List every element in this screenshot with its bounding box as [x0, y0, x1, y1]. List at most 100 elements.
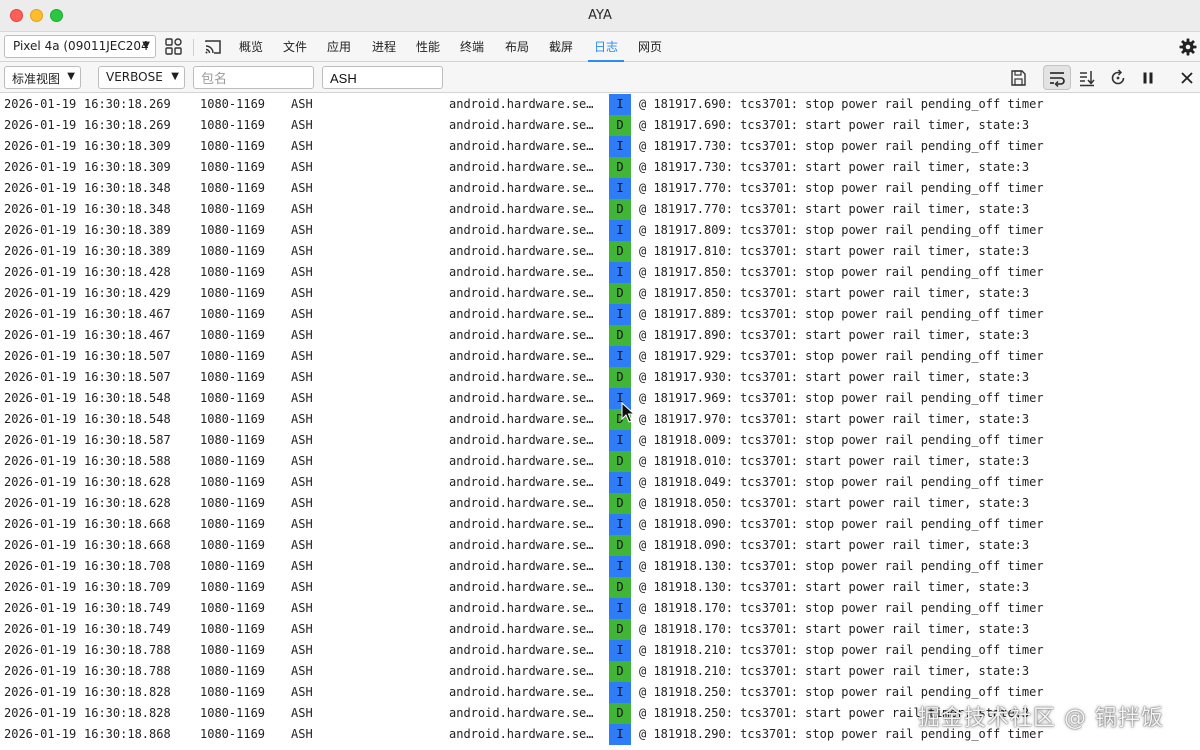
log-row[interactable]: 2026-01-19 16:30:18.788 1080-1169 ASH androi… — [0, 640, 1200, 661]
log-row[interactable]: 2026-01-19 16:30:18.269 1080-1169 ASH androi… — [0, 115, 1200, 136]
log-pid-tid: 1080-1169 — [200, 706, 266, 720]
log-row[interactable]: 2026-01-19 16:30:18.548 1080-1169 ASH androi… — [0, 409, 1200, 430]
log-row[interactable]: 2026-01-19 16:30:18.389 1080-1169 ASH androi… — [0, 241, 1200, 262]
tab-apps[interactable]: 应用 — [327, 38, 351, 55]
log-row[interactable]: 2026-01-19 16:30:18.548 1080-1169 ASH androi… — [0, 388, 1200, 409]
package-filter-input[interactable] — [193, 66, 314, 89]
log-tag: ASH — [291, 475, 313, 489]
log-row[interactable]: 2026-01-19 16:30:18.668 1080-1169 ASH androi… — [0, 535, 1200, 556]
log-row[interactable]: 2026-01-19 16:30:18.348 1080-1169 ASH androi… — [0, 178, 1200, 199]
log-row[interactable]: 2026-01-19 16:30:18.668 1080-1169 ASH androi… — [0, 514, 1200, 535]
tab-layout[interactable]: 布局 — [505, 38, 529, 55]
log-time: 16:30:18.507 — [84, 370, 171, 384]
log-source: android.hardware.se… — [449, 181, 594, 195]
save-icon[interactable] — [1008, 68, 1028, 88]
tab-terminal[interactable]: 终端 — [460, 38, 484, 55]
log-message: @ 181917.809: tcs3701: stop power rail p… — [639, 223, 1044, 237]
log-source: android.hardware.se… — [449, 433, 594, 447]
log-pid-tid: 1080-1169 — [200, 433, 266, 447]
log-row[interactable]: 2026-01-19 16:30:18.788 1080-1169 ASH androi… — [0, 661, 1200, 682]
log-level-badge: D — [609, 241, 631, 262]
log-message: @ 181917.690: tcs3701: stop power rail p… — [639, 97, 1044, 111]
log-date: 2026-01-19 — [4, 181, 77, 195]
log-source: android.hardware.se… — [449, 496, 594, 510]
log-row[interactable]: 2026-01-19 16:30:18.467 1080-1169 ASH androi… — [0, 304, 1200, 325]
log-message: @ 181918.170: tcs3701: stop power rail p… — [639, 601, 1044, 615]
log-row[interactable]: 2026-01-19 16:30:18.389 1080-1169 ASH androi… — [0, 220, 1200, 241]
log-row[interactable]: 2026-01-19 16:30:18.749 1080-1169 ASH androi… — [0, 619, 1200, 640]
log-tag: ASH — [291, 622, 313, 636]
log-source: android.hardware.se… — [449, 454, 594, 468]
log-row[interactable]: 2026-01-19 16:30:18.628 1080-1169 ASH androi… — [0, 472, 1200, 493]
tab-performance[interactable]: 性能 — [416, 38, 440, 55]
log-time: 16:30:18.548 — [84, 412, 171, 426]
log-row[interactable]: 2026-01-19 16:30:18.628 1080-1169 ASH androi… — [0, 493, 1200, 514]
log-row[interactable]: 2026-01-19 16:30:18.309 1080-1169 ASH androi… — [0, 157, 1200, 178]
close-icon[interactable] — [1177, 68, 1197, 88]
log-filter-toolbar: 标准视图 ▼ VERBOSE ▼ — [0, 62, 1200, 93]
search-input[interactable] — [322, 66, 443, 89]
log-row[interactable]: 2026-01-19 16:30:18.269 1080-1169 ASH androi… — [0, 94, 1200, 115]
pause-icon[interactable] — [1138, 68, 1158, 88]
log-tag: ASH — [291, 454, 313, 468]
log-time: 16:30:18.309 — [84, 160, 171, 174]
log-row[interactable]: 2026-01-19 16:30:18.588 1080-1169 ASH androi… — [0, 451, 1200, 472]
chevron-down-icon: ▼ — [171, 71, 179, 82]
log-time: 16:30:18.628 — [84, 496, 171, 510]
log-pid-tid: 1080-1169 — [200, 118, 266, 132]
log-pid-tid: 1080-1169 — [200, 643, 266, 657]
log-message: @ 181917.970: tcs3701: start power rail … — [639, 412, 1030, 426]
log-level-badge: I — [609, 304, 631, 325]
scroll-to-bottom-icon[interactable] — [1077, 68, 1097, 88]
log-row[interactable]: 2026-01-19 16:30:18.709 1080-1169 ASH androi… — [0, 577, 1200, 598]
log-date: 2026-01-19 — [4, 559, 77, 573]
log-row[interactable]: 2026-01-19 16:30:18.587 1080-1169 ASH androi… — [0, 430, 1200, 451]
log-row[interactable]: 2026-01-19 16:30:18.507 1080-1169 ASH androi… — [0, 367, 1200, 388]
log-row[interactable]: 2026-01-19 16:30:18.428 1080-1169 ASH androi… — [0, 262, 1200, 283]
log-pid-tid: 1080-1169 — [200, 307, 266, 321]
tab-processes[interactable]: 进程 — [372, 38, 396, 55]
device-select[interactable]: Pixel 4a (09011JEC204 ▼ — [4, 35, 156, 58]
log-row[interactable]: 2026-01-19 16:30:18.309 1080-1169 ASH androi… — [0, 136, 1200, 157]
log-row[interactable]: 2026-01-19 16:30:18.708 1080-1169 ASH androi… — [0, 556, 1200, 577]
tab-logs[interactable]: 日志 — [594, 38, 618, 55]
log-pid-tid: 1080-1169 — [200, 664, 266, 678]
log-message: @ 181918.130: tcs3701: stop power rail p… — [639, 559, 1044, 573]
log-level-badge: D — [609, 619, 631, 640]
log-level-badge: I — [609, 598, 631, 619]
refresh-icon[interactable] — [1108, 68, 1128, 88]
log-tag: ASH — [291, 433, 313, 447]
log-row[interactable]: 2026-01-19 16:30:18.467 1080-1169 ASH androi… — [0, 325, 1200, 346]
log-time: 16:30:18.828 — [84, 685, 171, 699]
log-row[interactable]: 2026-01-19 16:30:18.429 1080-1169 ASH androi… — [0, 283, 1200, 304]
cast-screen-icon[interactable] — [203, 37, 223, 57]
log-level-badge: I — [609, 682, 631, 703]
gear-icon[interactable] — [1178, 37, 1198, 57]
log-source: android.hardware.se… — [449, 706, 594, 720]
log-time: 16:30:18.628 — [84, 475, 171, 489]
tab-screenshot[interactable]: 截屏 — [549, 38, 573, 55]
log-pid-tid: 1080-1169 — [200, 412, 266, 426]
tab-files[interactable]: 文件 — [283, 38, 307, 55]
log-time: 16:30:18.828 — [84, 706, 171, 720]
log-tag: ASH — [291, 538, 313, 552]
tab-overview[interactable]: 概览 — [239, 38, 263, 55]
tab-webview[interactable]: 网页 — [638, 38, 662, 55]
view-mode-select[interactable]: 标准视图 ▼ — [4, 66, 81, 89]
log-row[interactable]: 2026-01-19 16:30:18.348 1080-1169 ASH androi… — [0, 199, 1200, 220]
grid-apps-icon[interactable] — [164, 37, 184, 57]
log-date: 2026-01-19 — [4, 601, 77, 615]
log-pid-tid: 1080-1169 — [200, 244, 266, 258]
log-row[interactable]: 2026-01-19 16:30:18.507 1080-1169 ASH androi… — [0, 346, 1200, 367]
log-date: 2026-01-19 — [4, 307, 77, 321]
log-message: @ 181918.210: tcs3701: stop power rail p… — [639, 643, 1044, 657]
log-date: 2026-01-19 — [4, 349, 77, 363]
log-level-badge: D — [609, 115, 631, 136]
wrap-lines-icon[interactable] — [1047, 68, 1067, 88]
log-message: @ 181917.810: tcs3701: start power rail … — [639, 244, 1030, 258]
log-list[interactable]: 2026-01-19 16:30:18.269 1080-1169 ASH androi… — [0, 94, 1200, 750]
log-source: android.hardware.se… — [449, 97, 594, 111]
log-row[interactable]: 2026-01-19 16:30:18.749 1080-1169 ASH androi… — [0, 598, 1200, 619]
log-date: 2026-01-19 — [4, 454, 77, 468]
log-level-select[interactable]: VERBOSE ▼ — [98, 66, 185, 89]
